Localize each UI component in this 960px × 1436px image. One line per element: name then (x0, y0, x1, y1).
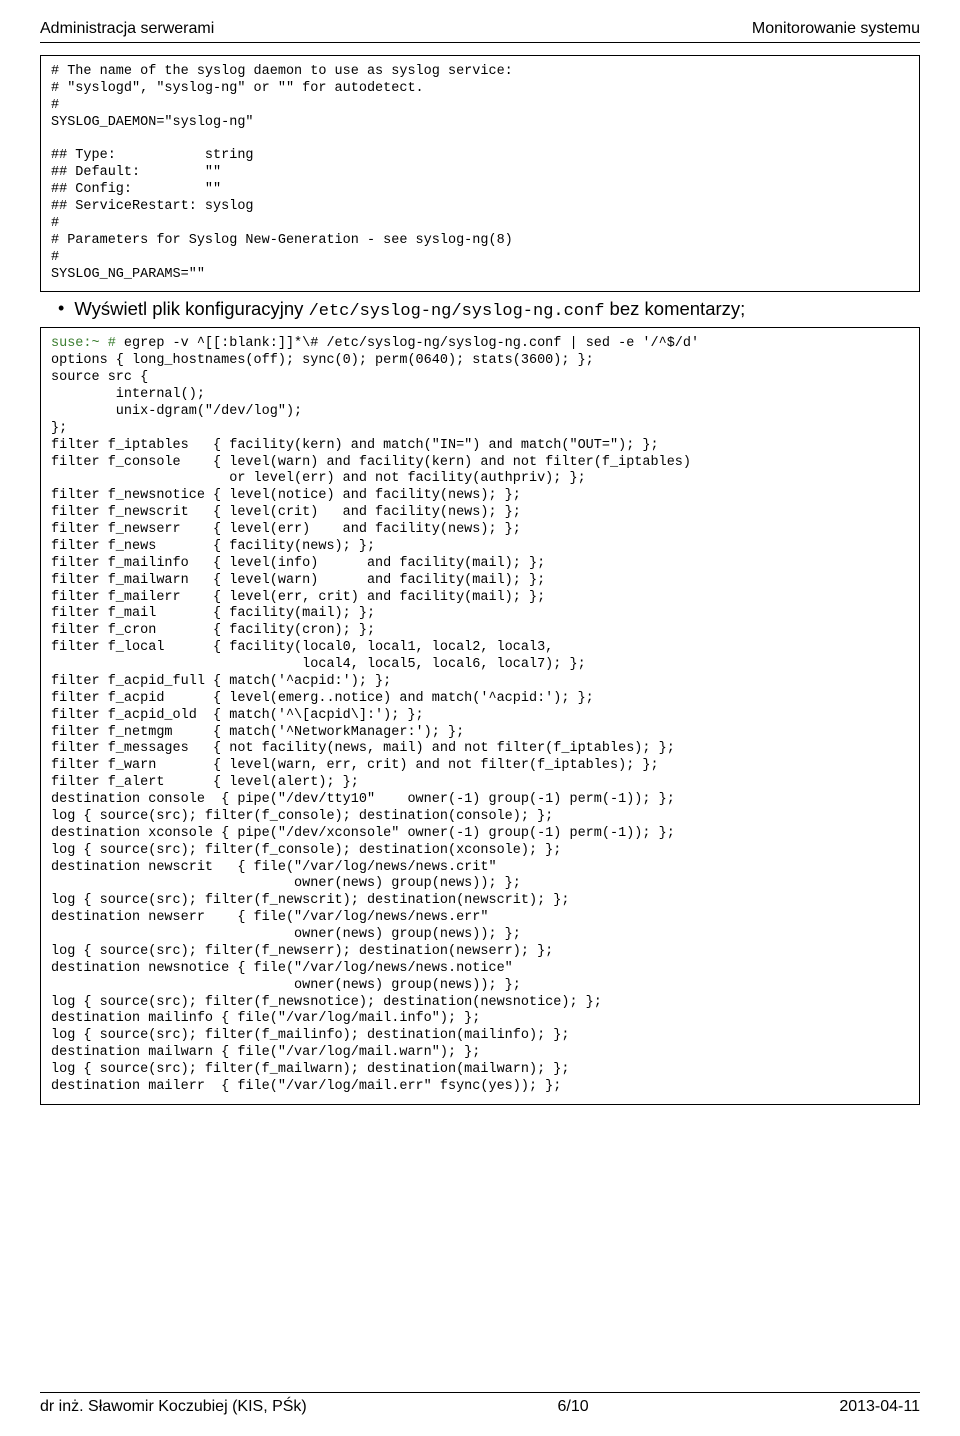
terminal-output: options { long_hostnames(off); sync(0); … (51, 353, 909, 1096)
page: Administracja serwerami Monitorowanie sy… (0, 0, 960, 1436)
code-block-sysconfig: # The name of the syslog daemon to use a… (40, 55, 920, 292)
footer-right: 2013-04-11 (839, 1398, 920, 1416)
footer-center: 6/10 (557, 1398, 588, 1416)
terminal-prompt: suse:~ # (51, 336, 116, 351)
bullet-item: • Wyświetl plik konfiguracyjny /etc/sysl… (58, 298, 920, 321)
bullet-text: Wyświetl plik konfiguracyjny /etc/syslog… (74, 298, 745, 321)
bullet-path: /etc/syslog-ng/syslog-ng.conf (309, 302, 605, 321)
content: # The name of the syslog daemon to use a… (40, 55, 920, 1384)
code-block-syslog-ng: suse:~ # egrep -v ^[[:blank:]]*\# /etc/s… (40, 327, 920, 1104)
footer-left: dr inż. Sławomir Koczubiej (KIS, PŚk) (40, 1398, 307, 1416)
bullet-pre: Wyświetl plik konfiguracyjny (74, 298, 308, 319)
bullet-icon: • (58, 298, 64, 320)
bullet-post: bez komentarzy; (604, 298, 745, 319)
terminal-command: egrep -v ^[[:blank:]]*\# /etc/syslog-ng/… (116, 336, 699, 351)
page-header: Administracja serwerami Monitorowanie sy… (40, 20, 920, 43)
header-right: Monitorowanie systemu (752, 20, 920, 38)
page-footer: dr inż. Sławomir Koczubiej (KIS, PŚk) 6/… (40, 1392, 920, 1416)
header-left: Administracja serwerami (40, 20, 214, 38)
